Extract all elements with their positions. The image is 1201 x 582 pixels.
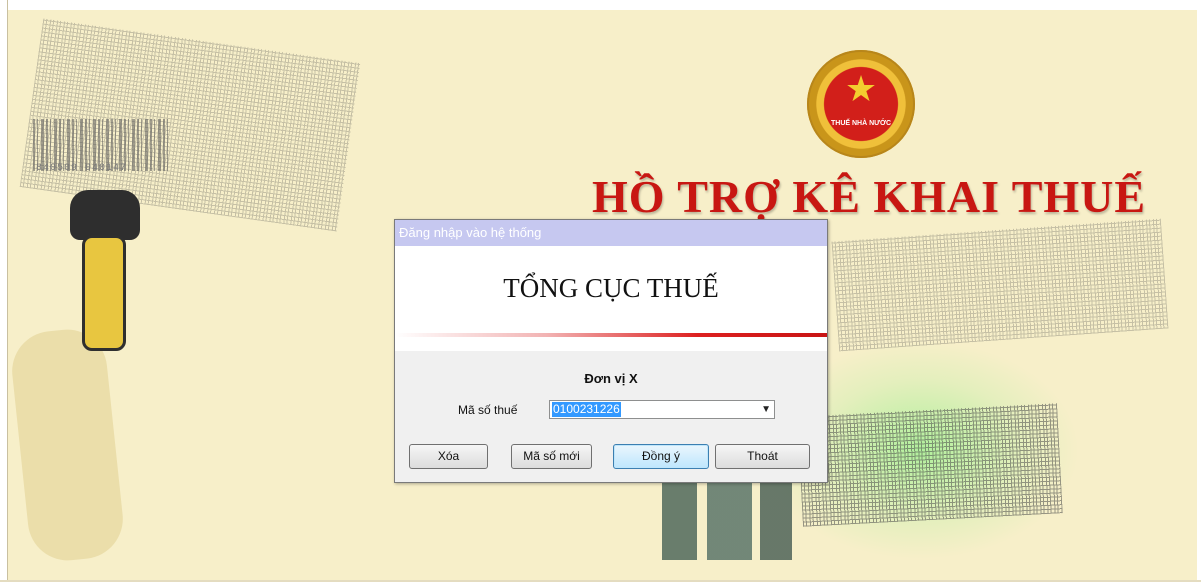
emblem-star-icon: ★ [844, 68, 878, 109]
unit-name: Đơn vị X [584, 371, 638, 386]
tax-code-combobox[interactable]: 0100231226 ▼ [549, 400, 775, 419]
window-top-strip [0, 0, 1201, 10]
clear-button[interactable]: Xóa [409, 444, 488, 469]
new-code-button[interactable]: Mã số mới [511, 444, 592, 469]
dialog-banner: TỔNG CỤC THUẾ [395, 246, 827, 351]
login-dialog: Đăng nhập vào hệ thống TỔNG CỤC THUẾ Đơn… [394, 219, 828, 483]
background-2d-barcode-right [831, 218, 1169, 352]
main-window: 840509 040147 ★ THUẾ NHÀ NƯỚC HỒ TRỢ KÊ … [0, 0, 1201, 582]
tax-code-value[interactable]: 0100231226 [552, 402, 621, 417]
dialog-banner-title: TỔNG CỤC THUẾ [503, 273, 719, 303]
background-barcode-digits: 840509 040147 [36, 163, 128, 174]
background-2d-barcode-bottom [797, 403, 1063, 527]
chevron-down-icon[interactable]: ▼ [761, 402, 771, 418]
dialog-body: Đơn vị X Mã số thuế 0100231226 ▼ Xóa Mã … [395, 351, 827, 480]
background-server-towers [662, 480, 792, 560]
emblem-text: THUẾ NHÀ NƯỚC [831, 120, 891, 127]
scanner-head [70, 190, 140, 240]
window-right-border [1197, 0, 1201, 582]
ok-button[interactable]: Đồng ý [613, 444, 709, 469]
exit-button[interactable]: Thoát [715, 444, 810, 469]
dialog-banner-red-line [395, 333, 827, 337]
scanner-grip [82, 235, 126, 351]
app-title: HỒ TRỢ KÊ KHAI THUẾ [592, 171, 1147, 222]
dialog-titlebar[interactable]: Đăng nhập vào hệ thống [395, 220, 827, 246]
barcode-scanner-icon [70, 190, 150, 365]
window-left-border [0, 0, 8, 582]
tax-code-label: Mã số thuế [458, 403, 518, 417]
national-tax-emblem-icon: ★ THUẾ NHÀ NƯỚC [807, 50, 915, 158]
